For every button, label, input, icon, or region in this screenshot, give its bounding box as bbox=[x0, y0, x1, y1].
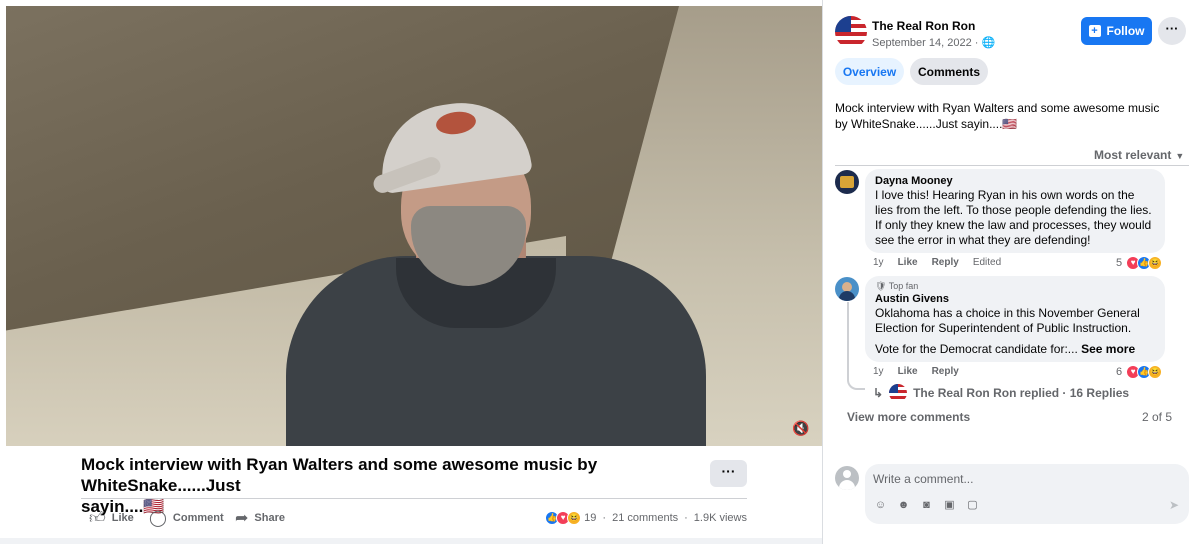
like-button[interactable]: 👍︎ Like bbox=[89, 505, 134, 531]
comment-reactions[interactable]: 5 ♥ 👍 😆 bbox=[1116, 256, 1163, 270]
tab-overview[interactable]: Overview bbox=[835, 58, 904, 85]
reaction-icons: ♥ 👍 😆 bbox=[1126, 365, 1163, 379]
commenter-name[interactable]: Austin Givens bbox=[875, 292, 1155, 306]
video-post-column: 🔇 Mock interview with Ryan Walters and s… bbox=[0, 0, 822, 544]
divider bbox=[835, 165, 1189, 166]
user-avatar[interactable] bbox=[835, 466, 859, 490]
comment-reaction-count: 6 bbox=[1116, 366, 1123, 378]
avatar-body bbox=[839, 291, 855, 301]
commenter-avatar[interactable] bbox=[835, 170, 859, 194]
sort-label: Most relevant bbox=[1094, 148, 1172, 162]
comment-input[interactable] bbox=[873, 470, 1173, 488]
gif-icon[interactable]: ▣ bbox=[942, 498, 957, 513]
divider bbox=[81, 498, 747, 499]
avatar-body bbox=[839, 480, 855, 490]
comment-label: Comment bbox=[172, 512, 224, 524]
comment-bubble: Dayna Mooney I love this! Hearing Ryan i… bbox=[865, 169, 1165, 253]
comments-panel: The Real Ron Ron September 14, 2022 · 🌐 … bbox=[822, 0, 1200, 544]
follow-label: Follow bbox=[1106, 24, 1145, 38]
speech-bubble-icon: ◯ bbox=[149, 510, 167, 527]
comment-reaction-count: 5 bbox=[1116, 257, 1123, 269]
haha-reaction-icon: 😆 bbox=[1148, 365, 1163, 379]
comment-reply-button[interactable]: Reply bbox=[932, 366, 959, 377]
avatar-image bbox=[840, 176, 854, 188]
post-date[interactable]: September 14, 2022 · 🌐 bbox=[872, 36, 995, 49]
replies-label: The Real Ron Ron replied · 16 Replies bbox=[913, 386, 1130, 400]
flag-canton bbox=[835, 16, 851, 32]
follow-button[interactable]: + Follow bbox=[1081, 17, 1152, 45]
comment-text-continued: Vote for the Democrat candidate for:... … bbox=[875, 342, 1155, 357]
comment-age[interactable]: 1y bbox=[873, 366, 884, 377]
comment-composer: ☺ ☻ ◙ ▣ ▢ ➤ bbox=[865, 464, 1189, 524]
comment-meta: 1y Like Reply bbox=[873, 366, 959, 377]
post-title-line-1: Mock interview with Ryan Walters and som… bbox=[81, 455, 598, 495]
comment-reactions[interactable]: 6 ♥ 👍 😆 bbox=[1116, 365, 1163, 379]
commenter-avatar[interactable] bbox=[835, 277, 859, 301]
reply-thread-line bbox=[847, 302, 865, 390]
send-icon[interactable]: ➤ bbox=[1169, 498, 1179, 512]
comment-like-button[interactable]: Like bbox=[898, 257, 918, 268]
top-fan-badge: 🛡 Top fan bbox=[875, 281, 919, 291]
comment-text: I love this! Hearing Ryan in his own wor… bbox=[875, 188, 1152, 247]
commenter-name[interactable]: Dayna Mooney bbox=[875, 174, 1155, 188]
comment-like-button[interactable]: Like bbox=[898, 366, 918, 377]
haha-reaction-icon: 😆 bbox=[567, 511, 582, 525]
like-label: Like bbox=[111, 512, 134, 524]
see-more-link[interactable]: See more bbox=[1081, 342, 1135, 356]
facebook-video-page: 🔇 Mock interview with Ryan Walters and s… bbox=[0, 0, 1200, 544]
flag-canton bbox=[889, 384, 899, 393]
emoji-icon[interactable]: ☻ bbox=[896, 498, 911, 513]
thumbs-up-icon: 👍︎ bbox=[89, 509, 106, 527]
comment-reply-button[interactable]: Reply bbox=[932, 257, 959, 268]
comment-text: Oklahoma has a choice in this November G… bbox=[875, 306, 1140, 335]
view-more-comments-link[interactable]: View more comments bbox=[847, 410, 970, 424]
reply-arrow-icon: ↳ bbox=[873, 386, 884, 400]
stats-dot: · bbox=[684, 512, 688, 524]
comments-count[interactable]: 21 comments bbox=[612, 512, 678, 524]
page-name[interactable]: The Real Ron Ron bbox=[872, 19, 975, 33]
speaker-muted-icon[interactable]: 🔇 bbox=[792, 420, 809, 436]
composer-tools: ☺ ☻ ◙ ▣ ▢ bbox=[873, 498, 980, 513]
post-stats: 👍 ♥ 😆 19 · 21 comments · 1.9K views bbox=[545, 511, 747, 525]
reaction-icons[interactable]: 👍 ♥ 😆 bbox=[545, 511, 582, 525]
avatar-head bbox=[843, 470, 851, 478]
video-player[interactable]: 🔇 bbox=[6, 6, 822, 446]
share-button[interactable]: ➦ Share bbox=[235, 505, 285, 531]
comment-bubble: 🛡 Top fan Austin Givens Oklahoma has a c… bbox=[865, 276, 1165, 362]
share-arrow-icon: ➦ bbox=[235, 510, 249, 527]
page-avatar[interactable] bbox=[835, 16, 867, 48]
comment-button[interactable]: ◯ Comment bbox=[149, 505, 224, 531]
comments-pager: 2 of 5 bbox=[1142, 410, 1173, 424]
post-actions-bar: 👍︎ Like ◯ Comment ➦ Share 👍 ♥ 😆 19 · 21 … bbox=[81, 505, 747, 531]
chevron-down-icon: ▼ bbox=[1175, 151, 1185, 161]
camera-icon[interactable]: ◙ bbox=[919, 498, 934, 513]
sort-dropdown[interactable]: Most relevant ▼ bbox=[1094, 148, 1184, 162]
comment-meta: 1y Like Reply Edited bbox=[873, 257, 1001, 268]
share-label: Share bbox=[254, 512, 285, 524]
avatar-sticker-icon[interactable]: ☺ bbox=[873, 498, 888, 513]
comment-text-truncated: Vote for the Democrat candidate for:... bbox=[875, 342, 1078, 356]
comment-age[interactable]: 1y bbox=[873, 257, 884, 268]
comment-edited-label[interactable]: Edited bbox=[973, 257, 1001, 268]
tab-comments[interactable]: Comments bbox=[910, 58, 988, 85]
views-count: 1.9K views bbox=[693, 512, 747, 524]
bottom-strip bbox=[0, 538, 822, 544]
stats-dot: · bbox=[602, 512, 607, 524]
follow-plus-icon: + bbox=[1088, 25, 1101, 37]
page-mini-avatar bbox=[889, 384, 908, 402]
haha-reaction-icon: 😆 bbox=[1148, 256, 1163, 270]
sticker-icon[interactable]: ▢ bbox=[965, 498, 980, 513]
post-options-button[interactable]: ··· bbox=[710, 460, 747, 487]
more-options-button[interactable]: ··· bbox=[1158, 17, 1186, 45]
replies-link[interactable]: ↳ The Real Ron Ron replied · 16 Replies bbox=[873, 384, 1129, 402]
reaction-count[interactable]: 19 bbox=[584, 512, 596, 524]
post-description: Mock interview with Ryan Walters and som… bbox=[835, 101, 1160, 131]
reaction-icons: ♥ 👍 😆 bbox=[1126, 256, 1163, 270]
